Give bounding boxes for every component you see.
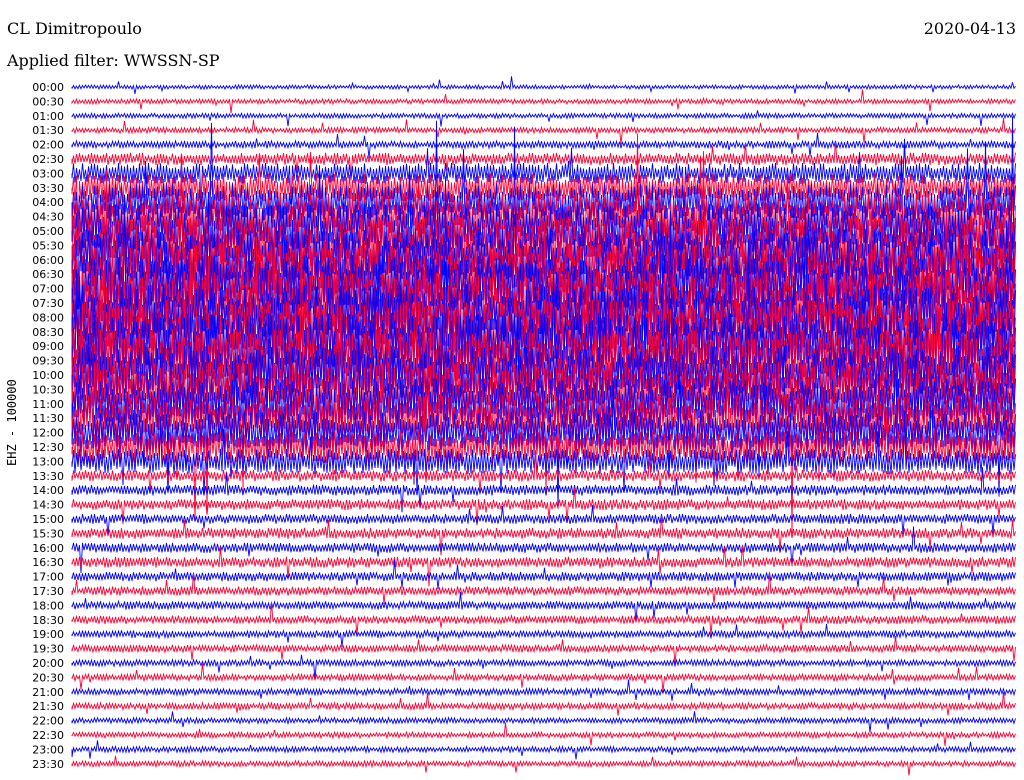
time-tick-label: 22:00 xyxy=(32,715,64,728)
time-tick-label: 18:00 xyxy=(32,599,64,612)
time-tick-label: 17:30 xyxy=(32,585,64,598)
time-tick-label: 09:00 xyxy=(32,340,64,353)
time-tick-label: 15:00 xyxy=(32,513,64,526)
time-tick-label: 13:00 xyxy=(32,455,64,468)
time-tick-label: 03:00 xyxy=(32,167,64,180)
helicorder-plot: 00:0000:30 01:0001:30 02:0002:3003:00 03:30… xyxy=(0,0,1024,780)
time-tick-label: 02:30 xyxy=(32,153,64,166)
y-axis-label: EHZ - 100000 xyxy=(5,379,19,466)
date-label: 2020-04-13 xyxy=(924,19,1016,38)
time-tick-label: 23:30 xyxy=(32,758,64,771)
time-tick-label: 07:30 xyxy=(32,297,64,310)
time-tick-label: 14:00 xyxy=(32,484,64,497)
time-tick-label: 01:00 xyxy=(32,110,64,123)
time-tick-label: 00:30 xyxy=(32,95,64,108)
time-tick-label: 07:00 xyxy=(32,283,64,296)
time-tick-label: 21:00 xyxy=(32,686,64,699)
time-tick-label: 16:00 xyxy=(32,542,64,555)
time-tick-label: 16:30 xyxy=(32,556,64,569)
time-tick-label: 10:00 xyxy=(32,369,64,382)
time-tick-label: 09:30 xyxy=(32,355,64,368)
time-tick-label: 22:30 xyxy=(32,729,64,742)
time-tick-label: 06:00 xyxy=(32,254,64,267)
time-tick-label: 10:30 xyxy=(32,383,64,396)
time-tick-label: 14:30 xyxy=(32,499,64,512)
time-tick-label: 11:00 xyxy=(32,398,64,411)
filter-label: Applied filter: WWSSN-SP xyxy=(6,51,220,70)
time-tick-label: 12:00 xyxy=(32,427,64,440)
time-tick-label: 05:30 xyxy=(32,239,64,252)
time-tick-label: 21:30 xyxy=(32,700,64,713)
time-tick-label: 18:30 xyxy=(32,614,64,627)
time-tick-label: 02:00 xyxy=(32,139,64,152)
time-tick-label: 20:00 xyxy=(32,657,64,670)
time-tick-label: 04:30 xyxy=(32,211,64,224)
time-tick-label: 00:00 xyxy=(32,81,64,94)
time-tick-label: 05:00 xyxy=(32,225,64,238)
time-tick-label: 08:30 xyxy=(32,326,64,339)
time-tick-label: 13:30 xyxy=(32,470,64,483)
time-tick-label: 19:00 xyxy=(32,628,64,641)
time-tick-label: 20:30 xyxy=(32,671,64,684)
time-tick-label: 03:30 xyxy=(32,182,64,195)
time-tick-label: 01:30 xyxy=(32,124,64,137)
time-tick-label: 12:30 xyxy=(32,441,64,454)
time-tick-label: 06:30 xyxy=(32,268,64,281)
time-tick-label: 11:30 xyxy=(32,412,64,425)
time-tick-label: 04:00 xyxy=(32,196,64,209)
station-title: CL Dimitropoulo xyxy=(7,19,142,38)
time-tick-label: 19:30 xyxy=(32,643,64,656)
time-tick-label: 23:00 xyxy=(32,743,64,756)
time-tick-label: 15:30 xyxy=(32,527,64,540)
time-tick-label: 17:00 xyxy=(32,571,64,584)
time-tick-labels: 00:0000:30 01:0001:30 02:0002:3003:00 03:30… xyxy=(32,81,64,771)
time-tick-label: 08:00 xyxy=(32,311,64,324)
